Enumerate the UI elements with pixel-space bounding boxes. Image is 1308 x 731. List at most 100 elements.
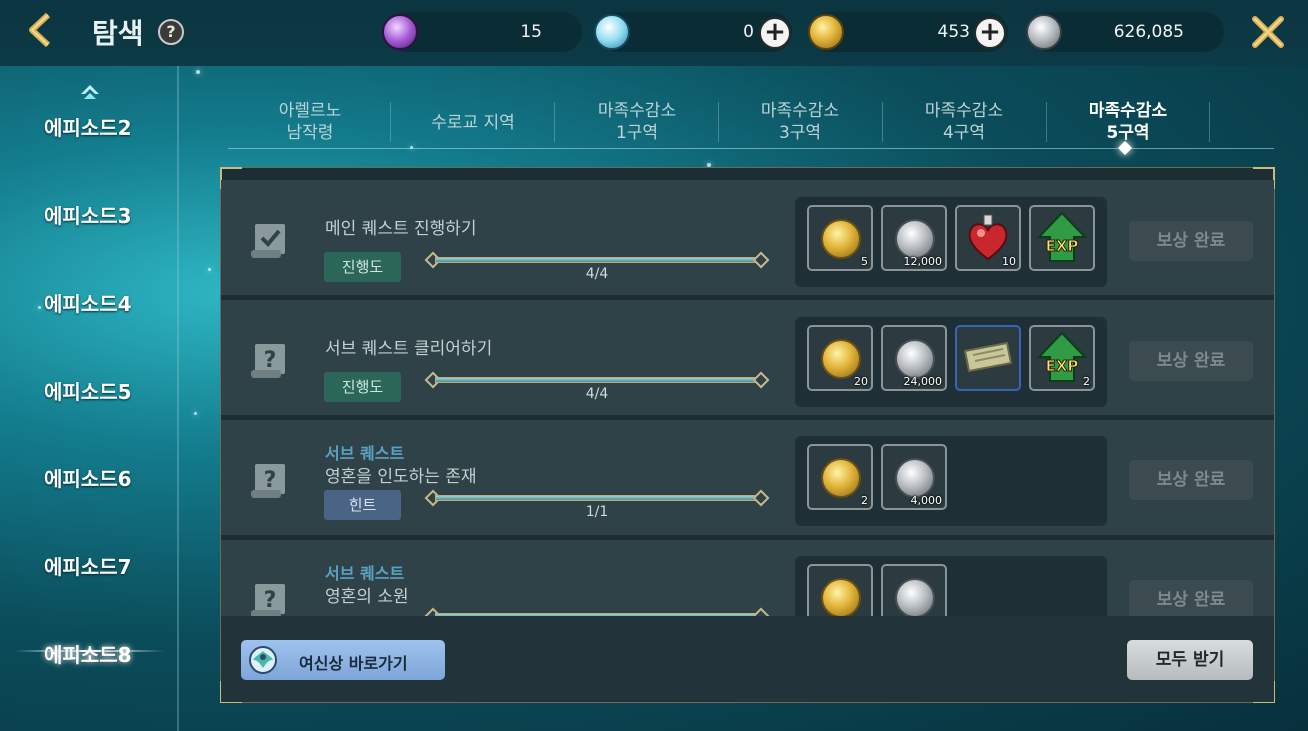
goddess-statue-shortcut-button[interactable]: 여신상 바로가기 bbox=[241, 640, 445, 680]
reward-slot[interactable]: 2 bbox=[807, 444, 873, 510]
reward-qty: 5 bbox=[861, 255, 868, 268]
sidebar-item-episode7[interactable]: 에피소드7 bbox=[44, 551, 132, 580]
reward-slot[interactable]: 4,000 bbox=[881, 444, 947, 510]
quest-title: 서브 퀘스트 클리어하기 bbox=[325, 339, 493, 359]
reward-slot[interactable] bbox=[807, 564, 873, 616]
add-crystal-button[interactable]: + bbox=[759, 17, 791, 49]
tab-zone-1[interactable]: 아렐르노 남작령 bbox=[228, 100, 392, 144]
gold-coin-icon bbox=[808, 14, 844, 50]
reward-qty: 2 bbox=[1083, 375, 1090, 388]
progress-badge: 진행도 bbox=[324, 252, 401, 282]
quest-title: 영혼의 소원 bbox=[325, 587, 409, 607]
tab-label: 4구역 bbox=[942, 123, 986, 143]
tab-zone-6[interactable]: 마족수감소 5구역 bbox=[1046, 100, 1210, 144]
tab-zone-4[interactable]: 마족수감소 3구역 bbox=[718, 100, 882, 144]
sidebar-item-episode3[interactable]: 에피소드3 bbox=[44, 200, 132, 229]
sidebar-divider bbox=[177, 66, 179, 731]
tab-zone-5[interactable]: 마족수감소 4구역 bbox=[882, 100, 1046, 144]
currency-gem-value: 15 bbox=[520, 22, 542, 42]
sidebar-item-episode6[interactable]: 에피소드6 bbox=[44, 463, 132, 492]
sidebar-item-episode5[interactable]: 에피소드5 bbox=[44, 376, 132, 405]
tab-zone-3[interactable]: 마족수감소 1구역 bbox=[555, 100, 719, 144]
zone-tabs: 아렐르노 남작령 수로교 지역 마족수감소 1구역 마족수감소 3구역 마족수감소 4구… bbox=[228, 92, 1274, 149]
quest-scroll-question-icon: ? bbox=[251, 344, 285, 378]
tab-label: 1구역 bbox=[615, 123, 659, 143]
tab-label: 마족수감소 bbox=[924, 101, 1004, 121]
purple-gem-icon bbox=[382, 14, 418, 50]
tab-zone-2[interactable]: 수로교 지역 bbox=[391, 112, 555, 134]
svg-text:EXP: EXP bbox=[1046, 357, 1079, 375]
reward-qty: 4,000 bbox=[910, 494, 943, 507]
goddess-shortcut-label: 여신상 바로가기 bbox=[299, 654, 408, 673]
silver-coin-icon bbox=[895, 219, 935, 259]
claim-all-button[interactable]: 모두 받기 bbox=[1127, 640, 1253, 680]
quest-list[interactable]: 메인 퀘스트 진행하기 진행도 4/4 5 12,000 10 EXP 보상 완… bbox=[221, 180, 1274, 616]
quest-scroll-question-icon: ? bbox=[251, 584, 285, 616]
sidebar-item-episode8[interactable]: 에피소드8 bbox=[44, 639, 132, 668]
quest-scroll-check-icon bbox=[251, 224, 285, 258]
reward-qty: 24,000 bbox=[903, 375, 943, 388]
reward-box bbox=[795, 556, 1107, 616]
tab-label: 3구역 bbox=[778, 123, 822, 143]
gold-coin-icon bbox=[821, 339, 861, 379]
currency-silver-value: 626,085 bbox=[1113, 22, 1184, 42]
hint-button[interactable]: 힌트 bbox=[324, 490, 401, 520]
scroll-up-icon[interactable] bbox=[80, 84, 100, 102]
add-gold-button[interactable]: + bbox=[974, 17, 1006, 49]
svg-text:?: ? bbox=[264, 348, 277, 373]
tab-label: 5구역 bbox=[1106, 123, 1150, 143]
tab-label: 마족수감소 bbox=[597, 101, 677, 121]
reward-box: 20 24,000 EXP 2 bbox=[795, 317, 1107, 407]
quest-category: 서브 퀘스트 bbox=[325, 444, 405, 463]
reward-slot[interactable]: 24,000 bbox=[881, 325, 947, 391]
progress-bar bbox=[424, 371, 770, 389]
quest-title: 메인 퀘스트 진행하기 bbox=[325, 219, 477, 239]
reward-slot[interactable]: 10 bbox=[955, 205, 1021, 271]
goddess-statue-icon bbox=[249, 646, 277, 674]
quest-row: 메인 퀘스트 진행하기 진행도 4/4 5 12,000 10 EXP 보상 완… bbox=[221, 180, 1274, 297]
quest-category: 서브 퀘스트 bbox=[325, 564, 405, 583]
scroll-ticket-icon bbox=[963, 341, 1013, 373]
silver-coin-icon bbox=[1026, 14, 1062, 50]
progress-bar-fill bbox=[435, 257, 759, 263]
tab-label: 수로교 지역 bbox=[431, 113, 515, 133]
progress-bar-fill bbox=[435, 495, 759, 501]
bar-end-ornament bbox=[752, 607, 770, 616]
top-bar: 탐색 ? 15 0 + 453 + 626,085 bbox=[0, 0, 1308, 66]
reward-qty: 2 bbox=[861, 494, 868, 507]
quest-panel: 메인 퀘스트 진행하기 진행도 4/4 5 12,000 10 EXP 보상 완… bbox=[220, 167, 1275, 703]
sparkle bbox=[194, 412, 197, 415]
claim-reward-button[interactable]: 보상 완료 bbox=[1129, 580, 1253, 616]
tab-separator bbox=[1209, 102, 1210, 142]
sparkle bbox=[196, 70, 200, 74]
currency-crystal-value: 0 bbox=[743, 22, 754, 42]
silver-coin-icon bbox=[895, 458, 935, 498]
silver-coin-icon bbox=[895, 578, 935, 616]
reward-slot[interactable]: EXP 2 bbox=[1029, 325, 1095, 391]
panel-footer: 여신상 바로가기 모두 받기 bbox=[221, 616, 1274, 702]
progress-text: 1/1 bbox=[585, 504, 609, 520]
reward-box: 5 12,000 10 EXP bbox=[795, 197, 1107, 287]
sidebar-item-episode2[interactable]: 에피소드2 bbox=[44, 112, 132, 141]
claim-reward-button[interactable]: 보상 완료 bbox=[1129, 341, 1253, 381]
tab-label: 마족수감소 bbox=[1088, 101, 1168, 121]
reward-slot[interactable]: 5 bbox=[807, 205, 873, 271]
reward-slot[interactable] bbox=[881, 564, 947, 616]
claim-reward-button[interactable]: 보상 완료 bbox=[1129, 460, 1253, 500]
reward-slot[interactable]: EXP bbox=[1029, 205, 1095, 271]
claim-reward-button[interactable]: 보상 완료 bbox=[1129, 221, 1253, 261]
progress-bar bbox=[424, 489, 770, 507]
reward-slot[interactable]: 20 bbox=[807, 325, 873, 391]
reward-slot[interactable] bbox=[955, 325, 1021, 391]
reward-slot[interactable]: 12,000 bbox=[881, 205, 947, 271]
svg-text:EXP: EXP bbox=[1046, 237, 1079, 255]
sidebar-item-episode4[interactable]: 에피소드4 bbox=[44, 288, 132, 317]
close-icon[interactable] bbox=[1250, 14, 1286, 50]
blue-crystal-icon bbox=[594, 14, 630, 50]
page-title: 탐색 bbox=[92, 17, 144, 50]
svg-text:?: ? bbox=[264, 588, 277, 613]
tab-label: 남작령 bbox=[286, 123, 334, 143]
progress-bar-fill bbox=[435, 377, 759, 383]
back-arrow-icon[interactable] bbox=[26, 12, 58, 48]
help-icon[interactable]: ? bbox=[158, 19, 184, 45]
